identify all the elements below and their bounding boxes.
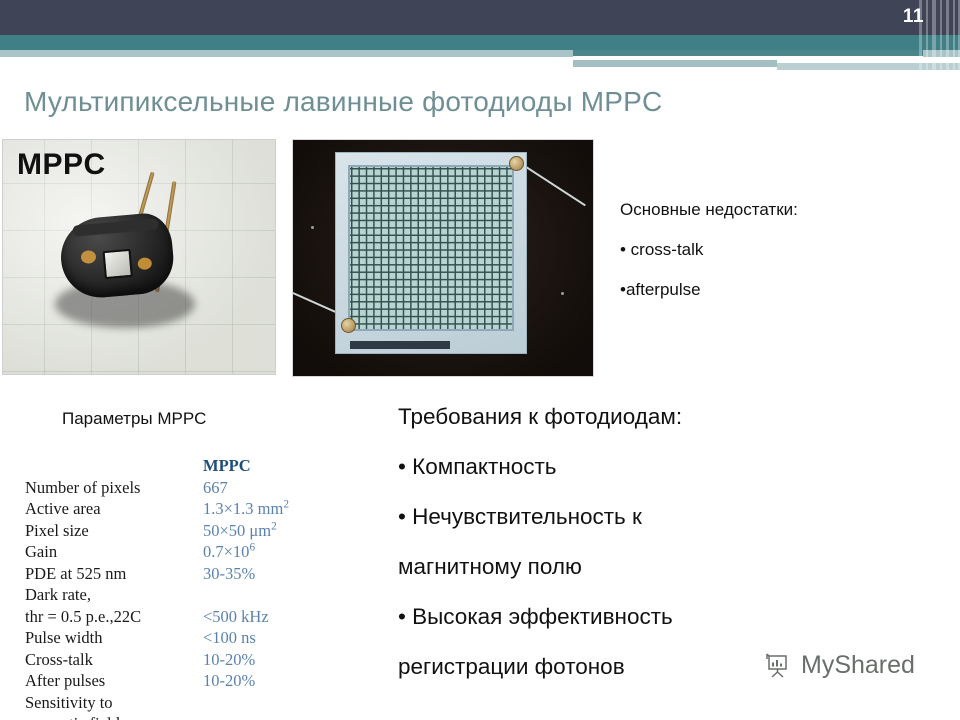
sensor-window [102,248,133,280]
table-header-label-cell [25,455,203,477]
bond-pad-bottom-left [341,318,356,333]
table-cell-label: Number of pixels [25,477,141,497]
table-cell-value: 0.7×106 [203,541,256,561]
requirements-block: Требования к фотодиодам: • Компактность … [398,392,818,692]
table-row: Sensitivity to [25,692,355,714]
table-row: Cross-talk 10-20% [25,649,355,671]
table-row: Number of pixels 667 [25,477,355,499]
package-pad-right [137,257,153,271]
table-cell-label: Sensitivity to [25,692,113,712]
params-caption: Параметры MPPC [62,409,207,428]
table-row: After pulses 10-20% [25,670,355,692]
header-band-navy [0,0,960,35]
page-title: Мультипиксельные лавинные фотодиоды MPPC [24,86,663,117]
myshared-watermark: MyShared [764,650,915,680]
table-header-value-cell: MPPC [203,456,251,475]
die-marking [350,341,450,349]
requirements-item-2: магнитному полю [398,554,582,579]
disadvantages-item-0: • cross-talk [620,240,704,259]
package-top-ridge [72,218,159,237]
table-cell-value: 30-35% [203,563,256,583]
table-row: Active area 1.3×1.3 mm2 [25,498,355,520]
table-cell-value: 10-20% [203,671,256,690]
table-row: Dark rate, [25,584,355,606]
table-cell-label: thr = 0.5 p.e.,22C [25,606,142,626]
table-cell-value: no [203,713,355,720]
table-cell-label: Cross-talk [25,649,93,669]
presentation-easel-icon [764,650,794,680]
table-cell-label: Gain [25,542,58,561]
header-band-teal [0,35,960,50]
mppc-die-micrograph [292,139,594,377]
disadvantages-heading: Основные недостатки: [620,200,798,219]
table-cell-value: <100 ns [203,628,256,647]
table-cell-value: 1.3×1.3 mm2 [203,498,289,518]
disadvantages-item-1: •afterpulse [620,280,701,299]
table-cell-label: Pulse width [25,628,103,647]
table-cell-value: 10-20% [203,649,256,669]
package-pad-left [80,249,97,265]
table-header-row: MPPC [25,455,355,477]
params-table-body: MPPC Number of pixels 667 Active area 1.3×1… [25,455,355,720]
table-cell-value: 667 [203,477,228,497]
table-cell-label: After pulses [25,671,106,690]
params-table-grid: MPPC Number of pixels 667 Active area 1.3×1… [25,455,355,720]
slide: 11 Мультипиксельные лавинные фотодиоды M… [0,0,960,720]
table-cell-label: Active area [25,499,101,518]
params-table: MPPC Number of pixels 667 Active area 1.3×1… [25,455,355,720]
requirements-item-1: • Нечувствительность к [398,504,642,529]
table-row: magnetic fieldno [25,713,355,720]
mppc-package-photo: MPPC [2,139,276,375]
photo-label-mppc: MPPC [17,148,106,181]
table-cell-label: Dark rate, [25,585,91,604]
table-cell-label: Pixel size [25,520,89,540]
table-row: thr = 0.5 p.e.,22C <500 kHz [25,606,355,628]
table-row: Pixel size 50×50 μm2 [25,520,355,542]
table-cell-value [203,584,355,606]
table-cell-label: PDE at 525 nm [25,563,127,583]
requirements-item-4: регистрации фотонов [398,654,625,679]
die-frame [348,165,514,331]
requirements-item-3: • Высокая эффективность [398,604,673,629]
table-cell-label: magnetic field [25,713,203,720]
page-number: 11 [902,6,924,27]
table-cell-value: <500 kHz [203,606,269,626]
watermark-text: MyShared [801,650,915,679]
table-cell-value: 50×50 μm2 [203,520,277,540]
slide-header-decoration: 11 [0,0,960,80]
die-substrate [335,152,527,354]
requirements-item-0: • Компактность [398,454,557,479]
table-cell-value [203,692,355,714]
table-row: Pulse width <100 ns [25,627,355,649]
requirements-heading: Требования к фотодиодам: [398,404,683,429]
pixel-array [350,167,512,329]
table-row: PDE at 525 nm 30-35% [25,563,355,585]
bond-pad-top-right [509,156,524,171]
table-row: Gain 0.7×106 [25,541,355,563]
disadvantages-block: Основные недостатки: • cross-talk •after… [620,190,920,310]
